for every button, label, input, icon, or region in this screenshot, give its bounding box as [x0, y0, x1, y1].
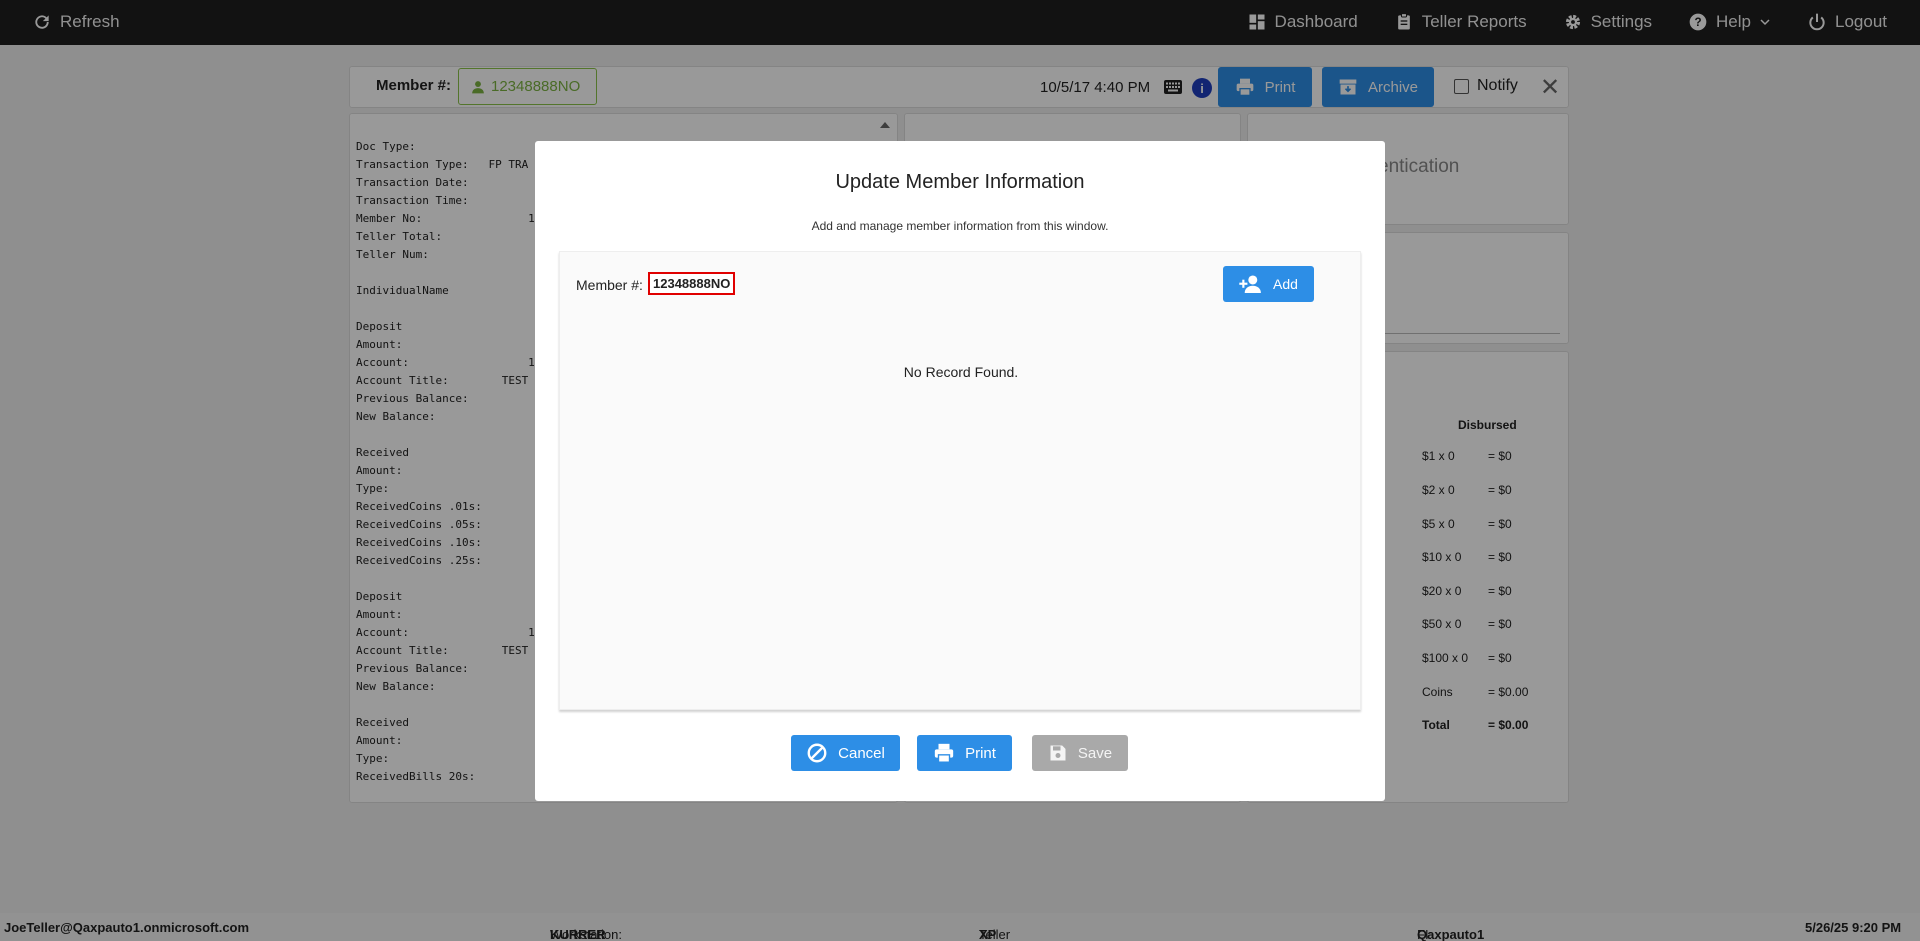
dialog-print-button[interactable]: Print — [917, 735, 1012, 771]
cancel-icon — [806, 742, 828, 764]
save-icon — [1048, 743, 1068, 763]
save-button[interactable]: Save — [1032, 735, 1128, 771]
dialog-print-label: Print — [965, 744, 996, 762]
add-user-icon — [1239, 275, 1263, 293]
add-label: Add — [1273, 276, 1298, 292]
cancel-button[interactable]: Cancel — [791, 735, 900, 771]
dialog-title: Update Member Information — [835, 171, 1085, 193]
printer-icon — [933, 742, 955, 764]
dialog-member-label: Member #: — [576, 277, 643, 293]
save-label: Save — [1077, 744, 1113, 762]
dialog-subtitle: Add and manage member information from t… — [811, 219, 1109, 233]
no-record-message: No Record Found. — [903, 364, 1019, 380]
member-info-card: Member #: 12348888NO Add No Record Found… — [559, 251, 1361, 710]
dialog-member-number: 12348888NO — [648, 272, 736, 295]
add-member-button[interactable]: Add — [1223, 266, 1314, 302]
cancel-label: Cancel — [838, 744, 885, 762]
update-member-dialog: Update Member Information Add and manage… — [535, 141, 1385, 801]
